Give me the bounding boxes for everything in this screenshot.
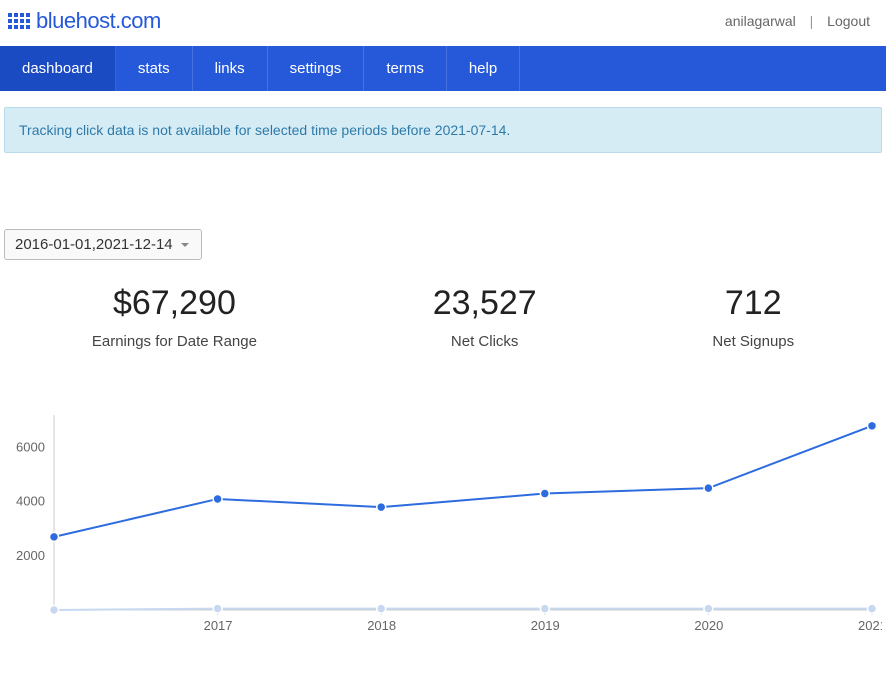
nav-terms[interactable]: terms [364,46,447,91]
user-link[interactable]: anilagarwal [725,13,796,29]
stats-row: $67,290 Earnings for Date Range 23,527 N… [4,284,882,350]
svg-text:6000: 6000 [16,440,45,455]
stat-signups: 712 Net Signups [712,284,794,350]
date-range-label: 2016-01-01,2021-12-14 [15,236,173,253]
logo[interactable]: bluehost.com [8,8,161,34]
svg-text:4000: 4000 [16,494,45,509]
nav-links[interactable]: links [193,46,268,91]
chart-svg: 2000 4000 6000 2017 2018 2019 2020 2021 [4,410,882,640]
line-chart: 2000 4000 6000 2017 2018 2019 2020 2021 [4,410,882,640]
stat-label: Net Signups [712,333,794,350]
svg-text:2020: 2020 [694,618,723,633]
logout-link[interactable]: Logout [827,13,870,29]
header: bluehost.com anilagarwal | Logout [0,0,886,46]
main-nav: dashboard stats links settings terms hel… [0,46,886,91]
svg-text:2018: 2018 [367,618,396,633]
nav-stats[interactable]: stats [116,46,193,91]
stat-label: Earnings for Date Range [92,333,257,350]
svg-text:2019: 2019 [531,618,560,633]
logo-text: bluehost.com [36,8,161,34]
svg-text:2000: 2000 [16,548,45,563]
stat-label: Net Clicks [433,333,537,350]
stat-earnings: $67,290 Earnings for Date Range [92,284,257,350]
svg-text:2021: 2021 [858,618,882,633]
info-alert: Tracking click data is not available for… [4,107,882,153]
svg-text:2017: 2017 [204,618,233,633]
stat-clicks: 23,527 Net Clicks [433,284,537,350]
date-range-selector[interactable]: 2016-01-01,2021-12-14 [4,229,202,260]
chevron-down-icon [179,239,191,251]
separator: | [810,13,814,29]
stat-value: $67,290 [92,284,257,323]
stat-value: 23,527 [433,284,537,323]
stat-value: 712 [712,284,794,323]
main-content: 2016-01-01,2021-12-14 $67,290 Earnings f… [0,169,886,640]
header-user-area: anilagarwal | Logout [725,13,870,29]
nav-dashboard[interactable]: dashboard [0,46,116,91]
nav-help[interactable]: help [447,46,520,91]
alert-text: Tracking click data is not available for… [19,122,510,138]
logo-grid-icon [8,13,30,29]
nav-settings[interactable]: settings [268,46,365,91]
